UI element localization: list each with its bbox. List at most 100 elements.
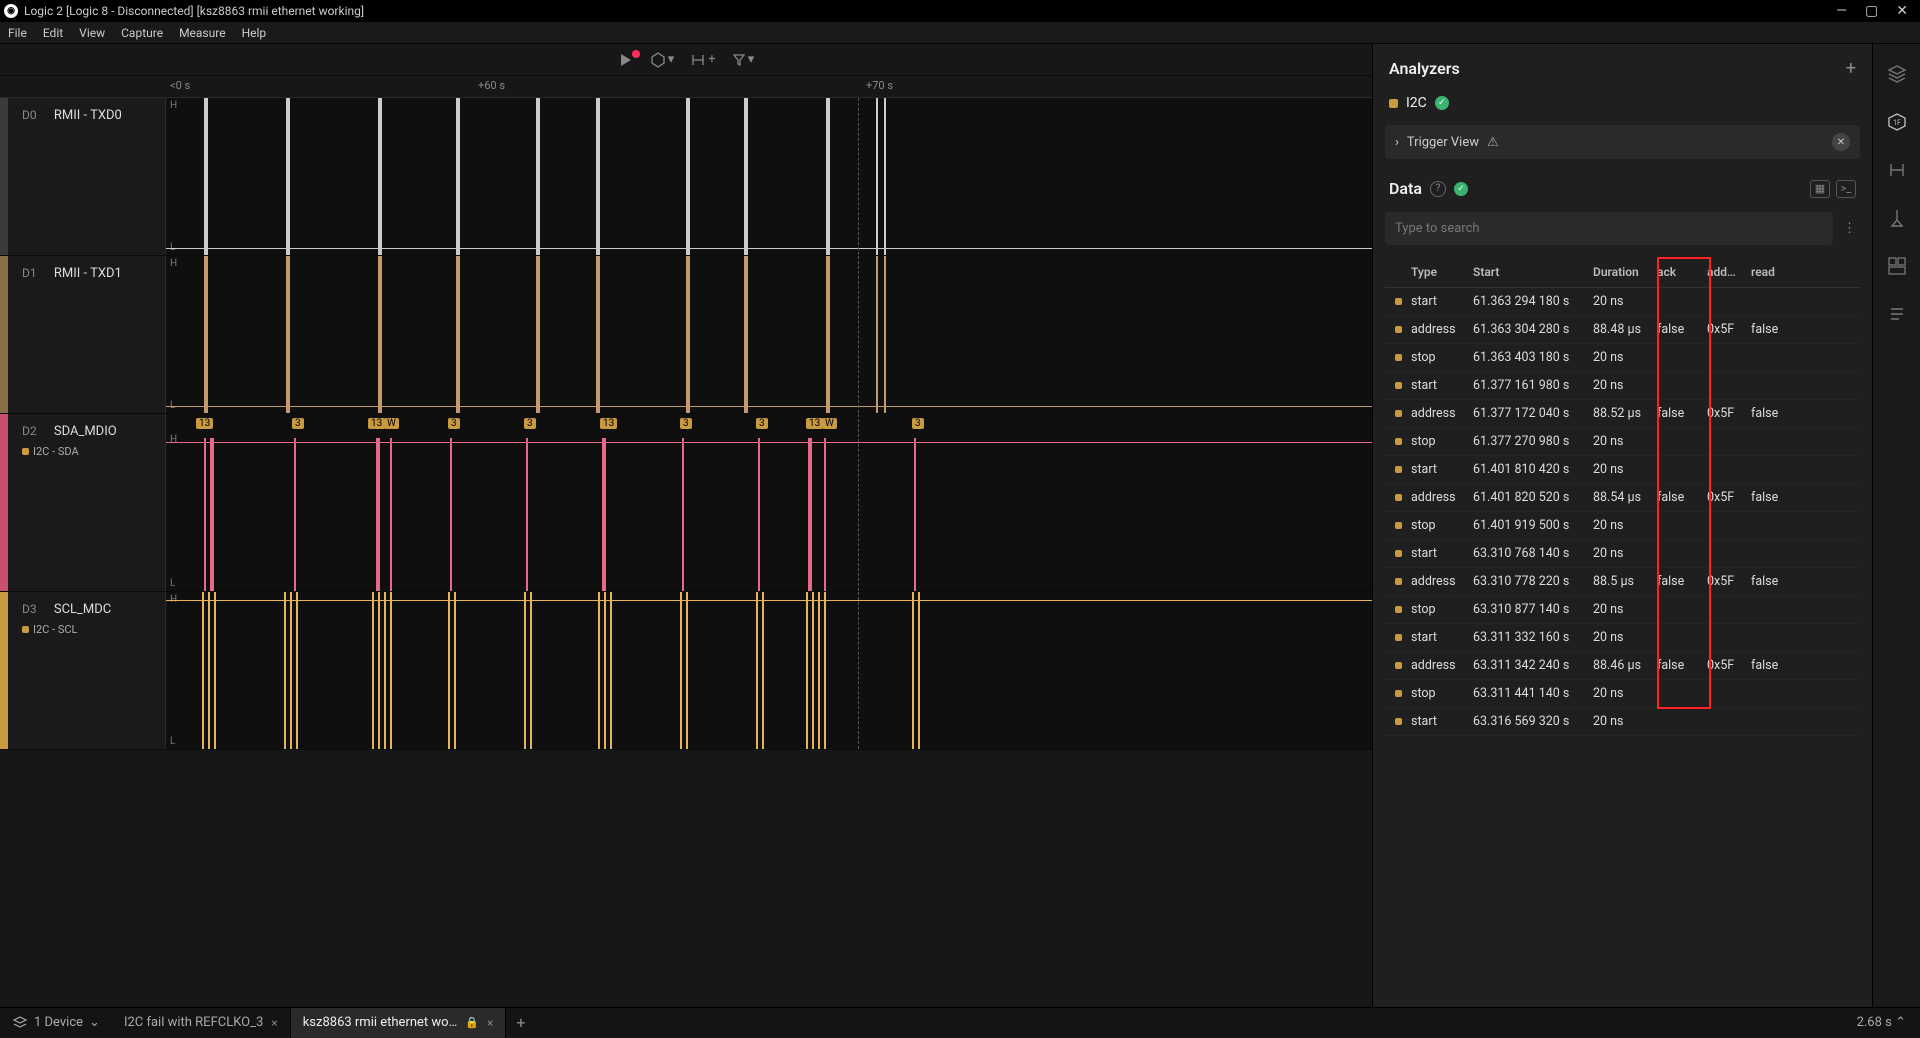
channel-wave-d0[interactable]: H L <box>166 98 1372 255</box>
warning-icon: ⚠ <box>1487 135 1499 150</box>
channel-gutter-d1 <box>0 256 8 413</box>
channel-gutter-d2 <box>0 414 8 591</box>
help-icon[interactable]: ? <box>1430 181 1446 197</box>
table-row[interactable]: address61.401 820 520 s88.54 µsfalse0x5F… <box>1385 484 1860 512</box>
main-area: ▾ + ▾ <0 s +60 s +70 s D0 RMII - TXD0 <box>0 44 1920 1007</box>
minimize-button[interactable]: — <box>1836 3 1847 19</box>
add-analyzer-button[interactable]: + <box>1846 58 1856 79</box>
table-row[interactable]: start63.310 768 140 s20 ns <box>1385 540 1860 568</box>
analyzer-i2c[interactable]: I2C ✓ <box>1373 87 1872 119</box>
panels-icon[interactable] <box>1887 256 1907 276</box>
channel-label-d1[interactable]: D1 RMII - TXD1 <box>8 256 166 413</box>
data-table[interactable]: Type Start Duration ack add… read start6… <box>1385 257 1860 1007</box>
table-view-button[interactable]: ▦ <box>1810 180 1830 198</box>
check-icon: ✓ <box>1435 96 1449 110</box>
protocol-tag[interactable]: W <box>822 418 837 429</box>
status-time[interactable]: 2.68 s ⌃ <box>1843 1015 1920 1030</box>
channel-wave-d2[interactable]: H L 13313W33133313W3 <box>166 414 1372 591</box>
table-row[interactable]: address61.377 172 040 s88.52 µsfalse0x5F… <box>1385 400 1860 428</box>
table-row[interactable]: stop61.401 919 500 s20 ns <box>1385 512 1860 540</box>
menu-file[interactable]: File <box>8 26 27 40</box>
capture-toolbar: ▾ + ▾ <box>0 44 1372 76</box>
tab-1[interactable]: ksz8863 rmii ethernet wo… 🔒 × <box>291 1008 507 1038</box>
table-header: Type Start Duration ack add… read <box>1385 257 1860 288</box>
device-settings-button[interactable]: ▾ <box>650 52 675 68</box>
more-options-button[interactable]: ⋮ <box>1839 212 1860 245</box>
add-tab-button[interactable]: + <box>506 1013 535 1032</box>
table-row[interactable]: start63.316 569 320 s20 ns <box>1385 708 1860 736</box>
timing-markers-button[interactable]: + <box>690 52 715 68</box>
channel-label-d3[interactable]: D3 SCL_MDC I2C - SCL <box>8 592 166 749</box>
tab-close-button[interactable]: × <box>487 1016 493 1030</box>
chevron-up-icon: ⌃ <box>1895 1015 1906 1030</box>
play-button[interactable] <box>618 52 634 68</box>
right-panel: Analyzers + I2C ✓ › Trigger View ⚠ ✕ Dat… <box>1372 44 1872 1007</box>
trigger-view-row[interactable]: › Trigger View ⚠ ✕ <box>1385 125 1860 159</box>
protocol-tag[interactable]: 3 <box>756 418 768 429</box>
protocol-tag[interactable]: 13 <box>196 418 213 429</box>
protocol-tag[interactable]: 3 <box>448 418 460 429</box>
tab-0[interactable]: I2C fail with REFCLKO_3 × <box>112 1008 291 1038</box>
protocol-tag[interactable]: 3 <box>292 418 304 429</box>
data-header: Data ? ✓ ▦ >_ <box>1373 165 1872 206</box>
channel-label-d0[interactable]: D0 RMII - TXD0 <box>8 98 166 255</box>
channels-container: D0 RMII - TXD0 H L <box>0 98 1372 1007</box>
protocol-tag[interactable]: 3 <box>680 418 692 429</box>
channel-wave-d3[interactable]: H L <box>166 592 1372 749</box>
table-row[interactable]: stop63.310 877 140 s20 ns <box>1385 596 1860 624</box>
table-row[interactable]: address61.363 304 280 s88.48 µsfalse0x5F… <box>1385 316 1860 344</box>
ruler-t70: +70 s <box>866 79 893 92</box>
far-sidebar: 1F <box>1872 44 1920 1007</box>
trigger-dropdown-button[interactable]: ▾ <box>732 52 755 67</box>
marker-icon[interactable] <box>1888 208 1906 228</box>
protocol-tag[interactable]: W <box>384 418 399 429</box>
trigger-close-button[interactable]: ✕ <box>1832 133 1850 151</box>
lock-icon: 🔒 <box>465 1016 479 1029</box>
waveform-area: ▾ + ▾ <0 s +60 s +70 s D0 RMII - TXD0 <box>0 44 1372 1007</box>
analyzer-color-dot <box>1389 99 1398 108</box>
channel-gutter-d0 <box>0 98 8 255</box>
table-row[interactable]: address63.310 778 220 s88.5 µsfalse0x5Ff… <box>1385 568 1860 596</box>
maximize-button[interactable]: ▢ <box>1865 3 1878 19</box>
device-icon <box>12 1016 28 1030</box>
chevron-down-icon: ⌄ <box>89 1015 100 1030</box>
table-row[interactable]: start61.377 161 980 s20 ns <box>1385 372 1860 400</box>
menu-measure[interactable]: Measure <box>179 26 226 40</box>
table-row[interactable]: start61.363 294 180 s20 ns <box>1385 288 1860 316</box>
table-row[interactable]: address63.311 342 240 s88.46 µsfalse0x5F… <box>1385 652 1860 680</box>
tab-close-button[interactable]: × <box>271 1016 277 1030</box>
close-button[interactable]: ✕ <box>1896 3 1908 19</box>
list-icon[interactable] <box>1887 304 1907 324</box>
titlebar: ◉ Logic 2 [Logic 8 - Disconnected] [ksz8… <box>0 0 1920 22</box>
channel-d2: D2 SDA_MDIO I2C - SDA H L 13313W33133313… <box>0 414 1372 592</box>
table-row[interactable]: stop63.311 441 140 s20 ns <box>1385 680 1860 708</box>
ruler-t60: +60 s <box>478 79 505 92</box>
channel-label-d2[interactable]: D2 SDA_MDIO I2C - SDA <box>8 414 166 591</box>
protocol-tag[interactable]: 13 <box>806 418 823 429</box>
timeline-ruler[interactable]: <0 s +60 s +70 s <box>0 76 1372 98</box>
channel-wave-d1[interactable]: H L <box>166 256 1372 413</box>
channel-gutter-d3 <box>0 592 8 749</box>
search-input[interactable] <box>1385 212 1833 245</box>
protocol-tag[interactable]: 13 <box>600 418 617 429</box>
device-selector[interactable]: 1 Device ⌄ <box>0 1015 112 1030</box>
layers-icon[interactable] <box>1887 64 1907 84</box>
channel-d3: D3 SCL_MDC I2C - SCL H L <box>0 592 1372 750</box>
menu-edit[interactable]: Edit <box>43 26 63 40</box>
analyzers-title: Analyzers <box>1389 59 1460 78</box>
table-row[interactable]: start63.311 332 160 s20 ns <box>1385 624 1860 652</box>
channel-d0: D0 RMII - TXD0 H L <box>0 98 1372 256</box>
table-row[interactable]: stop61.377 270 980 s20 ns <box>1385 428 1860 456</box>
protocol-tag[interactable]: 13 <box>368 418 385 429</box>
menu-view[interactable]: View <box>79 26 105 40</box>
menu-capture[interactable]: Capture <box>121 26 163 40</box>
table-row[interactable]: stop61.363 403 180 s20 ns <box>1385 344 1860 372</box>
protocol-tag[interactable]: 3 <box>524 418 536 429</box>
terminal-view-button[interactable]: >_ <box>1836 180 1856 198</box>
protocol-tag[interactable]: 3 <box>912 418 924 429</box>
hex-if-icon[interactable]: 1F <box>1887 112 1907 132</box>
menubar: File Edit View Capture Measure Help <box>0 22 1920 44</box>
measure-icon[interactable] <box>1887 160 1907 180</box>
menu-help[interactable]: Help <box>242 26 267 40</box>
table-row[interactable]: start61.401 810 420 s20 ns <box>1385 456 1860 484</box>
